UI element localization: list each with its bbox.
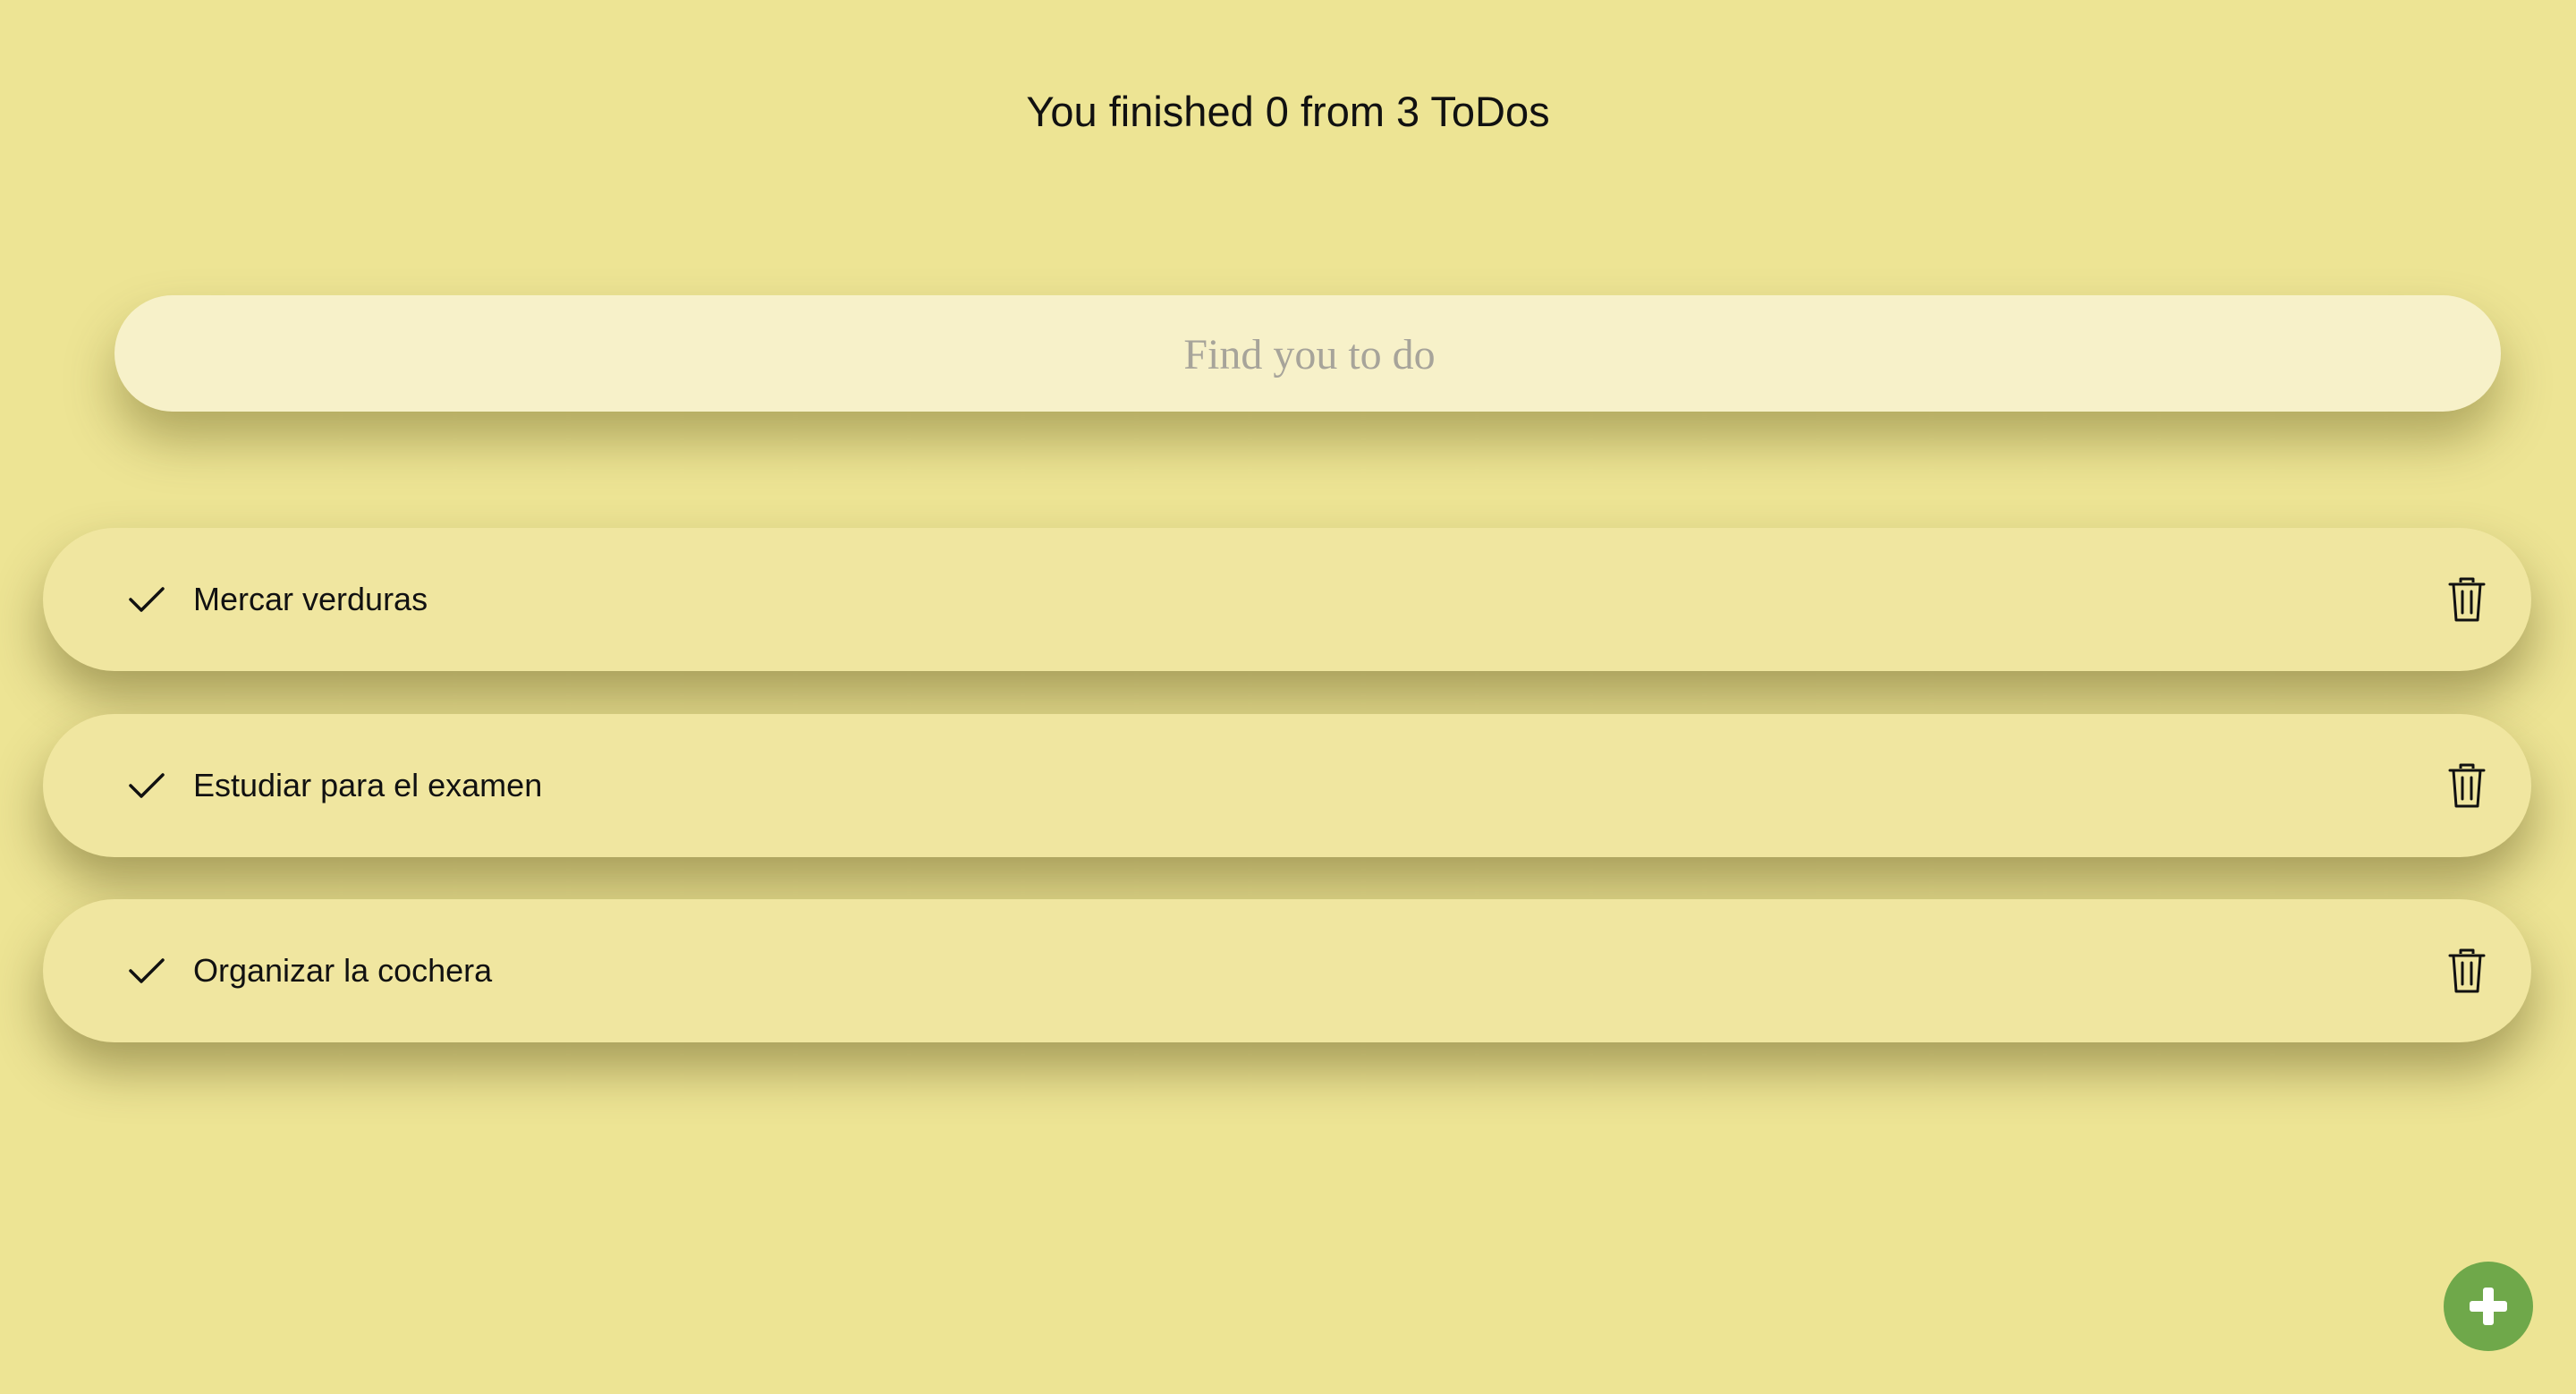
todo-counter: You finished 0 from 3 ToDos [1026,88,1550,135]
search-bar [114,295,2504,413]
todo-text: Organizar la cochera [193,952,493,989]
trash-icon[interactable] [2447,948,2487,994]
todo-text: Estudiar para el examen [193,767,543,803]
search-input[interactable] [114,295,2504,413]
todo-text: Mercar verduras [193,581,428,617]
todo-item: Mercar verduras [43,528,2531,671]
check-icon[interactable] [127,580,166,619]
trash-icon[interactable] [2447,576,2487,623]
todo-item: Organizar la cochera [43,899,2531,1042]
check-icon[interactable] [127,951,166,990]
todo-item: Estudiar para el examen [43,714,2531,857]
check-icon[interactable] [127,766,166,805]
plus-icon [2470,1288,2507,1325]
add-todo-button[interactable] [2444,1262,2533,1351]
trash-icon[interactable] [2447,762,2487,809]
